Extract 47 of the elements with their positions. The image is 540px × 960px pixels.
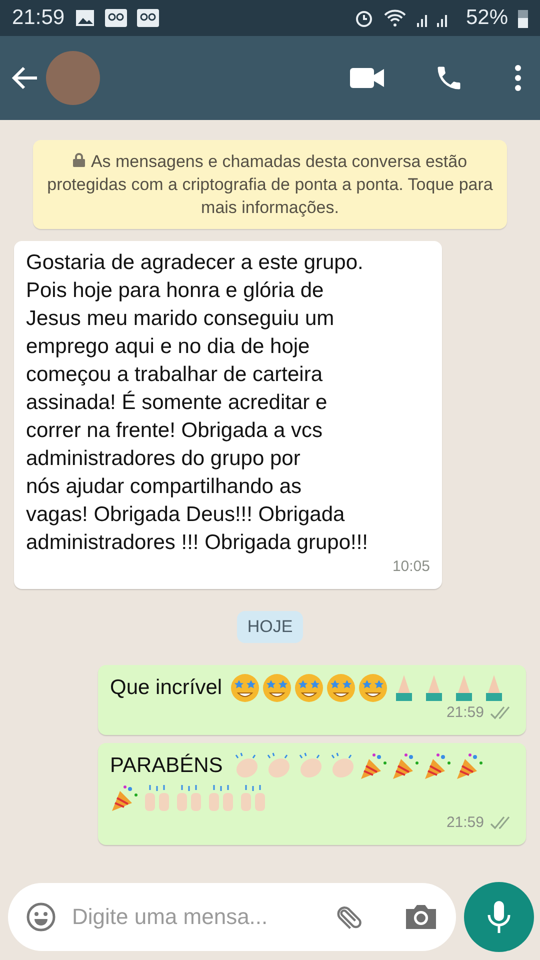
menu-button[interactable] bbox=[514, 64, 522, 92]
image-icon bbox=[74, 9, 95, 27]
message-text: Pois hoje para honra e glória de bbox=[26, 278, 325, 304]
message-time: 10:05 bbox=[392, 557, 430, 577]
message-text: correr na frente! Obrigada a vcs bbox=[26, 418, 324, 444]
star-struck-emoji-icon bbox=[230, 673, 260, 703]
emoji-button[interactable] bbox=[26, 902, 56, 932]
party-popper-icon bbox=[358, 751, 389, 781]
message-text: PARABÉNS bbox=[110, 752, 223, 779]
message-time: 21:59 bbox=[446, 813, 484, 833]
message-text: nós ajudar compartilhando as bbox=[26, 474, 303, 500]
battery-percent: 52% bbox=[466, 6, 508, 30]
wifi-icon bbox=[384, 9, 406, 27]
party-popper-icon bbox=[422, 751, 453, 781]
message-text: vagas! Obrigada Deus!!! Obrigada bbox=[26, 502, 346, 528]
party-popper-icon bbox=[390, 751, 421, 781]
star-struck-emoji-icon bbox=[294, 673, 324, 703]
lock-icon bbox=[72, 153, 85, 167]
microphone-icon bbox=[487, 900, 511, 934]
camera-button[interactable] bbox=[404, 903, 438, 931]
party-popper-icon bbox=[454, 751, 485, 781]
raised-hands-icon bbox=[174, 783, 204, 813]
message-text: administradores !!! Obrigada grupo!!! bbox=[26, 530, 370, 556]
message-text: Jesus meu marido conseguiu um bbox=[26, 306, 336, 332]
raised-hands-icon bbox=[238, 783, 268, 813]
star-struck-emoji-icon bbox=[326, 673, 356, 703]
party-popper-icon bbox=[110, 783, 140, 813]
star-struck-emoji-icon bbox=[262, 673, 292, 703]
star-struck-emoji-icon bbox=[358, 673, 388, 703]
message-text: administradores do grupo por bbox=[26, 446, 302, 472]
video-call-button[interactable] bbox=[350, 67, 384, 89]
clock-time: 21:59 bbox=[12, 6, 65, 30]
date-chip: HOJE bbox=[237, 611, 303, 643]
message-time: 21:59 bbox=[446, 703, 484, 723]
raised-hands-icon bbox=[142, 783, 172, 813]
message-input-field[interactable]: Digite uma mensa... bbox=[70, 903, 320, 931]
alarm-icon bbox=[354, 8, 374, 28]
message-text: emprego aqui e no dia de hoje bbox=[26, 334, 311, 360]
message-text: assinada! É somente acreditar e bbox=[26, 390, 328, 416]
voicemail-icon bbox=[104, 9, 127, 27]
raised-hands-icon bbox=[206, 783, 236, 813]
voicemail-icon bbox=[136, 9, 159, 27]
battery-icon bbox=[518, 8, 528, 28]
message-text: Gostaria de agradecer a este grupo. bbox=[26, 250, 364, 276]
message-text: Que incrível bbox=[110, 675, 222, 701]
encryption-notice[interactable]: As mensagens e chamadas desta conversa estão protegidas com a criptografia de ponta a ponta. Toque para mais informações. bbox=[33, 140, 507, 229]
message-text: começou a trabalhar de carteira bbox=[26, 362, 324, 388]
